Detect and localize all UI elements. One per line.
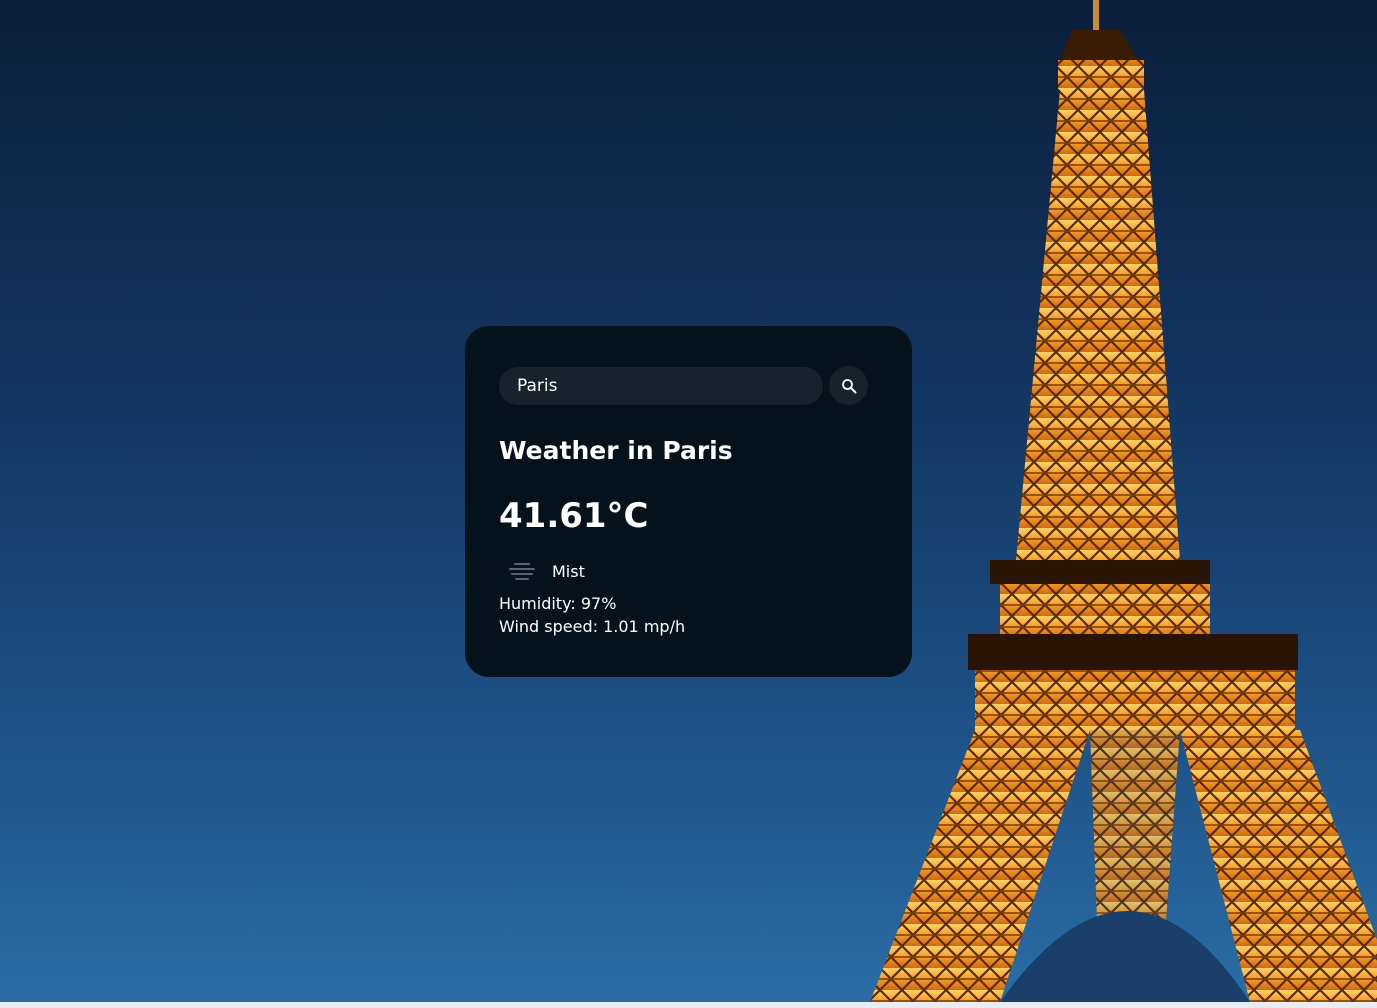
search-icon [841, 378, 856, 393]
temperature-value: 41.61°C [499, 496, 649, 536]
weather-condition: Mist [499, 552, 878, 590]
search-button[interactable] [829, 366, 868, 405]
weather-card: Weather in Paris 41.61°C Mist Humidity: … [465, 326, 912, 677]
mist-icon [499, 552, 545, 590]
condition-label: Mist [552, 561, 585, 581]
humidity-text: Humidity: 97% [499, 594, 617, 613]
weather-title: Weather in Paris [499, 436, 733, 465]
search-input[interactable] [499, 366, 823, 405]
search-bar [499, 366, 878, 405]
bottom-strip [0, 1002, 1377, 1008]
wind-speed-text: Wind speed: 1.01 mp/h [499, 617, 686, 636]
